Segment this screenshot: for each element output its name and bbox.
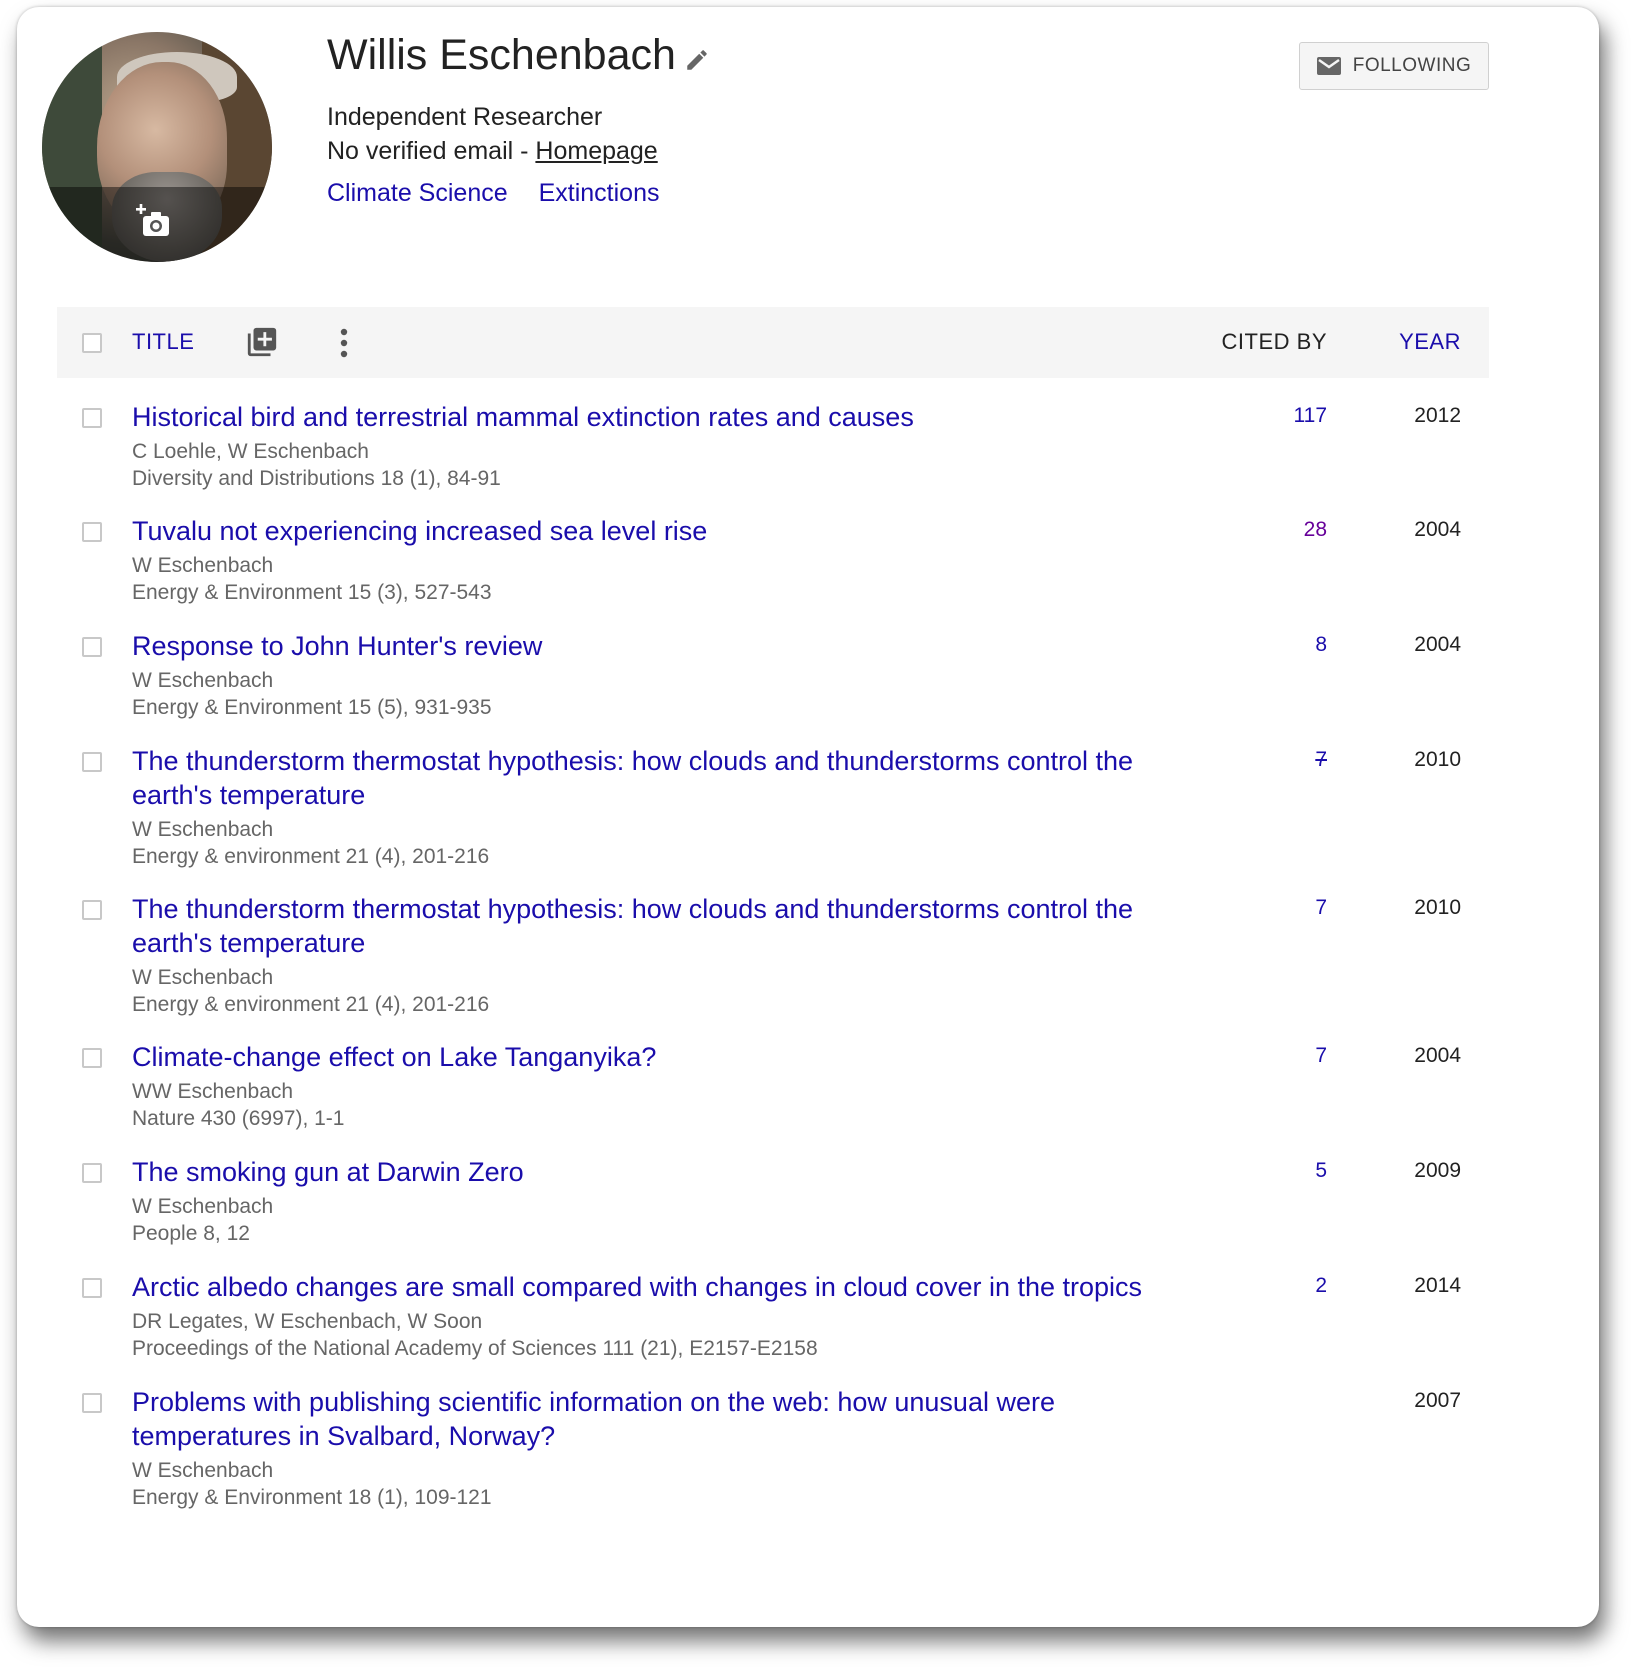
row-checkbox[interactable] [82, 1163, 102, 1183]
article-authors: WW Eschenbach [132, 1080, 294, 1103]
article-authors: DR Legates, W Eschenbach, W Soon [132, 1310, 483, 1333]
article-title-link[interactable]: Response to John Hunter's review [132, 629, 1152, 663]
cited-by-count-link[interactable]: 117 [1294, 404, 1327, 428]
article-venue: Energy & Environment 18 (1), 109-121 [132, 1486, 492, 1509]
cited-by-count-link[interactable]: 7 [1315, 896, 1327, 920]
homepage-link[interactable]: Homepage [535, 137, 657, 165]
profile-interests: Climate Science Extinctions [327, 179, 683, 208]
article-authors: W Eschenbach [132, 1195, 274, 1218]
cited-by-count-link[interactable]: 8 [1315, 633, 1327, 657]
row-checkbox[interactable] [82, 752, 102, 772]
profile-photo[interactable] [42, 32, 272, 262]
article-title-link[interactable]: Problems with publishing scientific info… [132, 1385, 1092, 1453]
article-authors: W Eschenbach [132, 818, 274, 841]
sort-by-title[interactable]: TITLE [132, 329, 194, 355]
article-year: 2010 [1414, 748, 1461, 771]
article-title-link[interactable]: The thunderstorm thermostat hypothesis: … [132, 892, 1152, 960]
cited-by-count-link[interactable]: 7 [1315, 1044, 1327, 1068]
article-year: 2007 [1414, 1389, 1461, 1412]
article-title-link[interactable]: The smoking gun at Darwin Zero [132, 1155, 1152, 1189]
profile-card: Willis Eschenbach Independent Researcher… [17, 7, 1599, 1627]
article-title-link[interactable]: Tuvalu not experiencing increased sea le… [132, 514, 1152, 548]
profile-email: No verified email - Homepage [327, 137, 658, 166]
article-title-link[interactable]: Arctic albedo changes are small compared… [132, 1270, 1202, 1304]
article-venue: Proceedings of the National Academy of S… [132, 1337, 818, 1360]
email-text: No verified email - [327, 137, 536, 165]
sort-by-year[interactable]: YEAR [1399, 329, 1461, 355]
article-venue: People 8, 12 [132, 1222, 250, 1245]
article-title-link[interactable]: Historical bird and terrestrial mammal e… [132, 400, 1152, 434]
interest-link-extinctions[interactable]: Extinctions [539, 179, 660, 207]
mail-icon [1316, 57, 1341, 75]
articles-table-header: TITLE CITED BY YEAR [57, 307, 1489, 378]
article-venue: Nature 430 (6997), 1-1 [132, 1107, 345, 1130]
article-authors: W Eschenbach [132, 669, 274, 692]
cited-by-count-link[interactable]: 2 [1315, 1274, 1327, 1298]
article-authors: W Eschenbach [132, 1459, 274, 1482]
row-checkbox[interactable] [82, 1048, 102, 1068]
article-year: 2014 [1414, 1274, 1461, 1297]
article-year: 2012 [1414, 404, 1461, 427]
profile-affiliation: Independent Researcher [327, 103, 603, 131]
following-label: FOLLOWING [1352, 55, 1472, 76]
article-year: 2004 [1414, 518, 1461, 541]
camera-add-icon[interactable] [134, 202, 174, 242]
row-checkbox[interactable] [82, 1393, 102, 1413]
cited-by-count-link[interactable]: 28 [1304, 518, 1327, 542]
article-title-link[interactable]: The thunderstorm thermostat hypothesis: … [132, 744, 1152, 812]
article-title-link[interactable]: Climate-change effect on Lake Tanganyika… [132, 1040, 1152, 1074]
edit-pencil-icon[interactable] [684, 47, 710, 73]
article-year: 2004 [1414, 1044, 1461, 1067]
article-year: 2004 [1414, 633, 1461, 656]
article-venue: Diversity and Distributions 18 (1), 84-9… [132, 467, 501, 490]
article-year: 2010 [1414, 896, 1461, 919]
add-to-library-icon[interactable] [245, 325, 279, 359]
article-venue: Energy & environment 21 (4), 201-216 [132, 993, 490, 1016]
profile-name: Willis Eschenbach [327, 31, 676, 79]
article-year: 2009 [1414, 1159, 1461, 1182]
row-checkbox[interactable] [82, 522, 102, 542]
select-all-checkbox[interactable] [82, 333, 102, 353]
cited-by-header: CITED BY [1221, 329, 1327, 354]
more-vert-icon[interactable] [337, 327, 351, 359]
row-checkbox[interactable] [82, 408, 102, 428]
article-venue: Energy & Environment 15 (5), 931-935 [132, 696, 492, 719]
cited-by-count-link[interactable]: 7 [1315, 748, 1327, 772]
article-authors: W Eschenbach [132, 554, 274, 577]
article-venue: Energy & Environment 15 (3), 527-543 [132, 581, 492, 604]
article-authors: W Eschenbach [132, 966, 274, 989]
cited-by-count-link[interactable]: 5 [1315, 1159, 1327, 1183]
interest-link-climate-science[interactable]: Climate Science [327, 179, 508, 207]
following-button[interactable]: FOLLOWING [1299, 42, 1489, 90]
row-checkbox[interactable] [82, 637, 102, 657]
row-checkbox[interactable] [82, 1278, 102, 1298]
article-venue: Energy & environment 21 (4), 201-216 [132, 845, 490, 868]
article-authors: C Loehle, W Eschenbach [132, 440, 369, 463]
row-checkbox[interactable] [82, 900, 102, 920]
